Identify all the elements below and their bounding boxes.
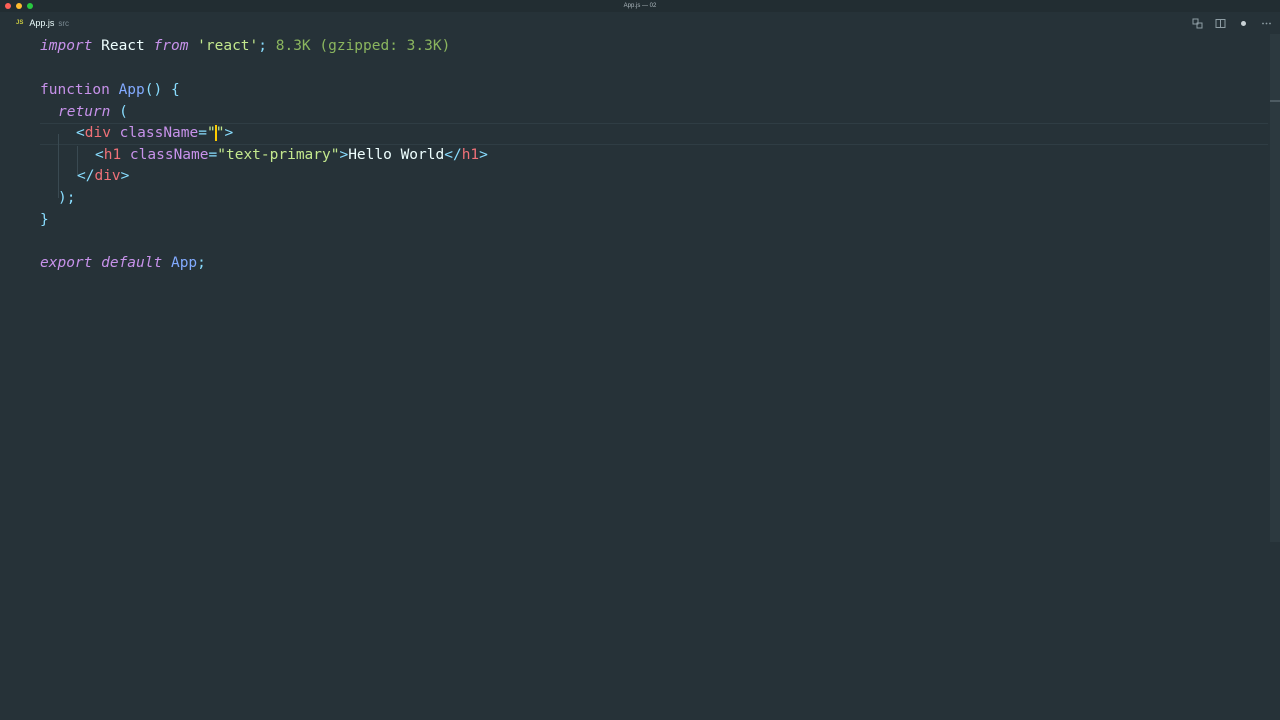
code-line-8[interactable]: ); — [58, 188, 75, 210]
import-cost-hint: 8.3K (gzipped: 3.3K) — [267, 38, 451, 54]
tab-bar: JS App.js src — [0, 12, 1280, 34]
scrollbar-cursor-marker — [1270, 100, 1280, 102]
unsaved-dot-icon[interactable] — [1238, 18, 1249, 29]
code-line-5[interactable]: <div className=""> — [76, 123, 233, 145]
code-line-6[interactable]: <h1 className="text-primary">Hello World… — [95, 145, 488, 167]
title-bar: App.js — 02 — [0, 0, 1280, 12]
tab-app-js[interactable]: JS App.js src — [10, 12, 75, 34]
javascript-file-icon: JS — [16, 20, 24, 26]
code-line-9[interactable]: } — [40, 210, 49, 232]
tab-filename: App.js — [29, 18, 55, 28]
code-line-4[interactable]: return ( — [58, 102, 128, 124]
editor-window: App.js — 02 JS App.js src import React f… — [0, 0, 1280, 720]
code-line-1[interactable]: import React from 'react'; 8.3K (gzipped… — [40, 36, 450, 58]
code-line-3[interactable]: function App() { — [40, 80, 180, 102]
code-line-7[interactable]: </div> — [77, 166, 129, 188]
window-title: App.js — 02 — [623, 3, 657, 9]
source-control-icon[interactable] — [1192, 18, 1203, 29]
tab-path: src — [58, 18, 70, 28]
split-editor-icon[interactable] — [1215, 18, 1226, 29]
code-editor[interactable]: import React from 'react'; 8.3K (gzipped… — [0, 34, 1268, 720]
editor-scrollbar[interactable] — [1270, 34, 1280, 542]
editor-actions — [1192, 12, 1272, 34]
code-line-11[interactable]: export default App; — [40, 253, 206, 275]
more-actions-icon[interactable] — [1261, 18, 1272, 29]
